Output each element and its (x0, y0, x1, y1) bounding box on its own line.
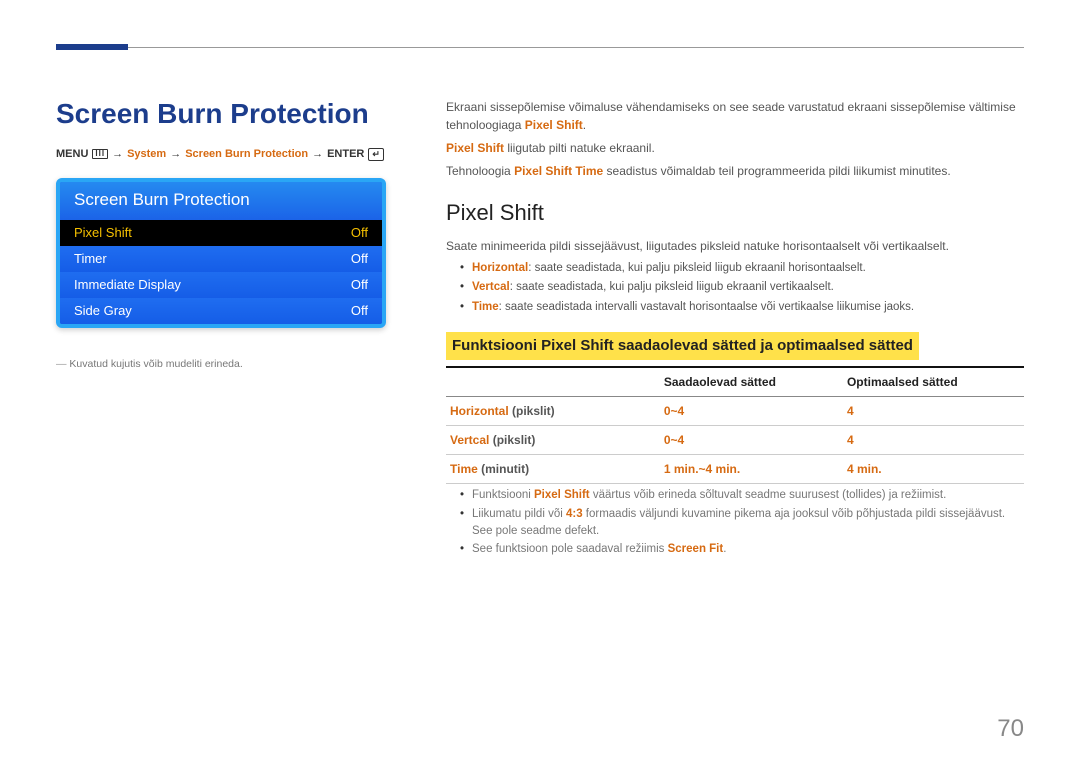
list-item: Time: saate seadistada intervalli vastav… (446, 299, 1024, 316)
breadcrumb-enter: ENTER (327, 148, 364, 160)
intro-para-3: Tehnoloogia Pixel Shift Time seadistus v… (446, 162, 1024, 180)
footnote: See funktsioon pole saadaval režiimis Sc… (446, 541, 1024, 558)
intro-para-1: Ekraani sissepõlemise võimaluse vähendam… (446, 98, 1024, 134)
table-row: Vertcal (pikslit) 0~4 4 (446, 426, 1024, 455)
section-bullet-list: Horizontal: saate seadistada, kui palju … (446, 260, 1024, 316)
menu-icon: III (92, 149, 108, 159)
breadcrumb-arrow: → (170, 148, 181, 160)
footnote: Funktsiooni Pixel Shift väärtus võib eri… (446, 487, 1024, 504)
breadcrumb-arrow: → (112, 148, 123, 160)
list-item: Horizontal: saate seadistada, kui palju … (446, 260, 1024, 277)
table-header-empty (446, 367, 660, 397)
osd-row-value: Off (351, 303, 368, 318)
osd-row-immediate-display[interactable]: Immediate Display Off (60, 272, 382, 298)
intro-para-2: Pixel Shift liigutab pilti natuke ekraan… (446, 139, 1024, 157)
osd-title: Screen Burn Protection (60, 182, 382, 220)
osd-row-pixel-shift[interactable]: Pixel Shift Off (60, 220, 382, 246)
section-heading-pixel-shift: Pixel Shift (446, 196, 1024, 229)
page-title: Screen Burn Protection (56, 98, 369, 130)
term-pixel-shift-time: Pixel Shift Time (514, 164, 603, 178)
osd-menu: Screen Burn Protection Pixel Shift Off T… (56, 178, 386, 328)
table-row: Horizontal (pikslit) 0~4 4 (446, 397, 1024, 426)
breadcrumb-arrow: → (312, 148, 323, 160)
term-pixel-shift: Pixel Shift (525, 118, 583, 132)
settings-table: Saadaolevad sätted Optimaalsed sätted Ho… (446, 366, 1024, 484)
breadcrumb: MENU III → System → Screen Burn Protecti… (56, 148, 384, 161)
enter-icon: ↵ (368, 148, 384, 161)
osd-row-label: Pixel Shift (74, 225, 132, 240)
term-pixel-shift: Pixel Shift (446, 141, 504, 155)
list-item: Vertcal: saate seadistada, kui palju pik… (446, 279, 1024, 296)
osd-row-value: Off (351, 251, 368, 266)
header-rule (128, 47, 1024, 48)
breadcrumb-system: System (127, 148, 166, 160)
osd-row-value: Off (351, 277, 368, 292)
footnotes: Funktsiooni Pixel Shift väärtus võib eri… (446, 487, 1024, 558)
osd-row-label: Timer (74, 251, 107, 266)
header-accent (56, 44, 128, 50)
osd-row-label: Immediate Display (74, 277, 181, 292)
osd-row-timer[interactable]: Timer Off (60, 246, 382, 272)
section-lead: Saate minimeerida pildi sissejäävust, li… (446, 237, 1024, 255)
table-header-optimal: Optimaalsed sätted (843, 367, 1024, 397)
osd-row-value: Off (351, 225, 368, 240)
osd-row-label: Side Gray (74, 303, 132, 318)
sub-heading-highlight: Funktsiooni Pixel Shift saadaolevad sätt… (446, 332, 919, 361)
table-row: Time (minutit) 1 min.~4 min. 4 min. (446, 455, 1024, 484)
footnote: Liikumatu pildi või 4:3 formaadis väljun… (446, 506, 1024, 539)
content-column: Ekraani sissepõlemise võimaluse vähendam… (446, 98, 1024, 570)
table-header-available: Saadaolevad sätted (660, 367, 843, 397)
breadcrumb-sbp: Screen Burn Protection (185, 148, 308, 160)
breadcrumb-menu: MENU (56, 148, 88, 160)
osd-caption: Kuvatud kujutis võib mudeliti erineda. (56, 358, 243, 370)
osd-row-side-gray[interactable]: Side Gray Off (60, 298, 382, 324)
page-number: 70 (997, 715, 1024, 743)
